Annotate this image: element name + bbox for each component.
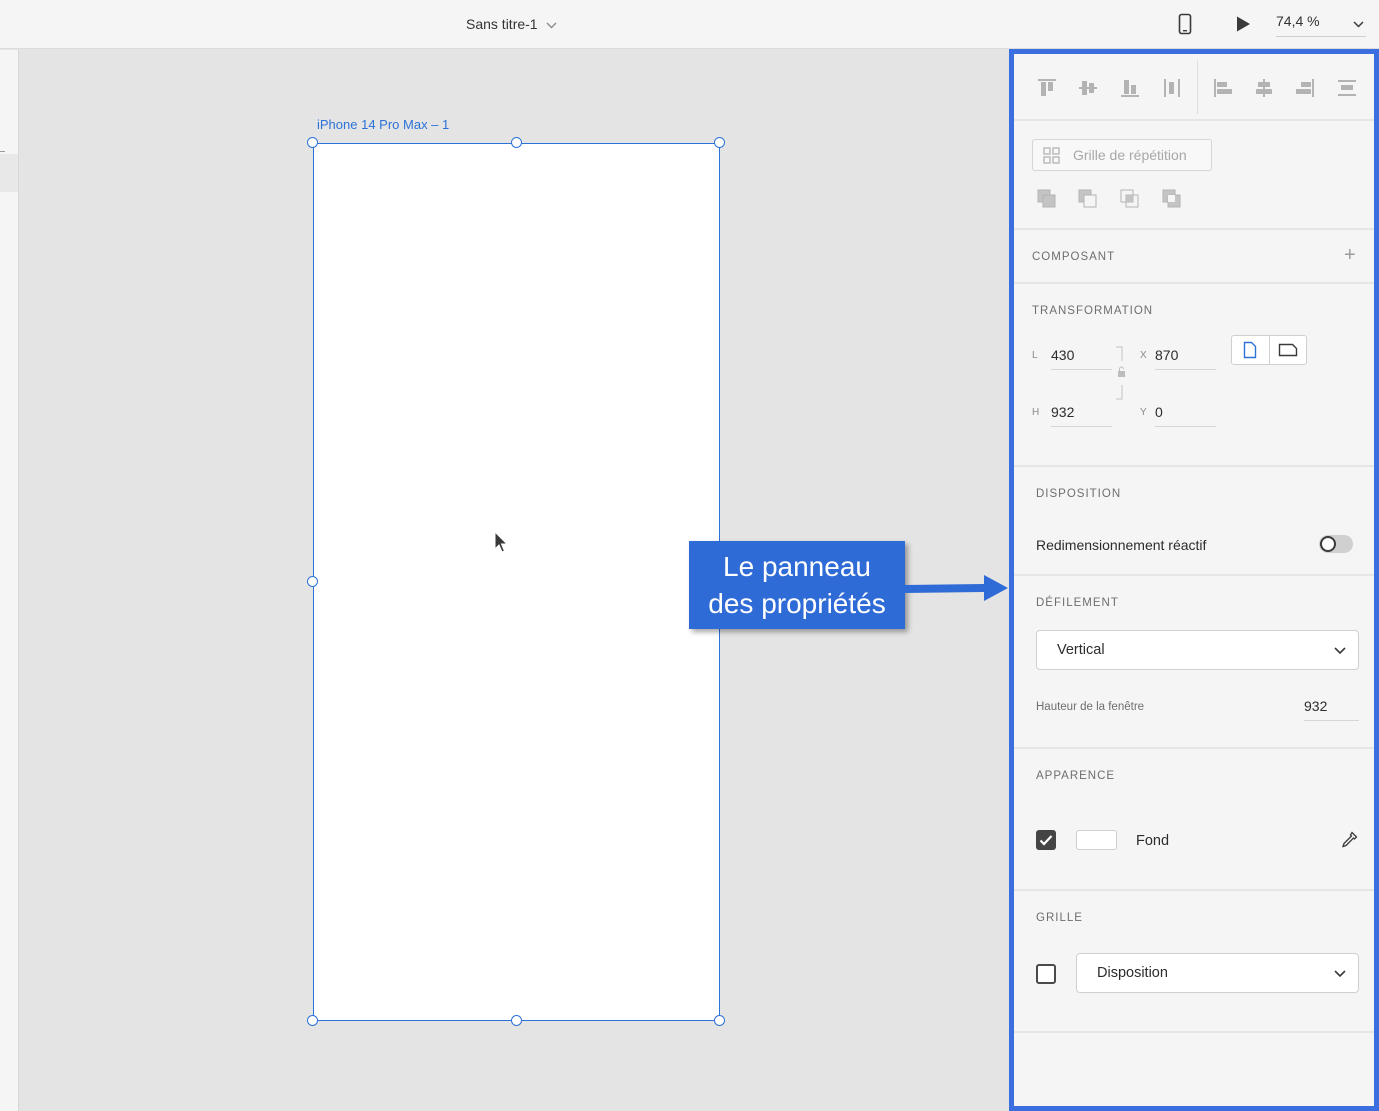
grid-icon [1043, 147, 1061, 168]
section-title: DISPOSITION [1036, 488, 1122, 500]
grid-type-select[interactable]: Disposition [1076, 953, 1359, 993]
arrow-right-icon [904, 572, 1012, 609]
height-label: H [1032, 407, 1040, 418]
property-inspector: Grille de répétition COMPOSANT + TRANSFO… [1009, 49, 1379, 1111]
align-center-icon[interactable] [1251, 75, 1277, 101]
viewport-height-input[interactable]: 932 [1304, 698, 1359, 721]
resize-handle-bottom[interactable] [511, 1015, 522, 1026]
document-title: Sans titre-1 [466, 16, 538, 32]
eyedropper-icon[interactable] [1339, 830, 1359, 855]
zoom-value: 74,4 % [1276, 13, 1320, 29]
orientation-toggle [1231, 335, 1307, 365]
layers-panel-edge [0, 50, 19, 1111]
boolean-exclude-icon[interactable] [1161, 188, 1183, 210]
add-component-button[interactable]: + [1344, 244, 1356, 267]
y-label: Y [1140, 407, 1147, 418]
scrolling-section: DÉFILEMENT Vertical Hauteur de la fenêtr… [1014, 576, 1374, 749]
boolean-intersect-icon[interactable] [1119, 188, 1141, 210]
document-title-menu[interactable]: Sans titre-1 [466, 16, 557, 32]
scroll-mode-value: Vertical [1057, 642, 1105, 658]
section-title: APPARENCE [1036, 770, 1116, 782]
repeat-grid-button[interactable]: Grille de répétition [1032, 139, 1212, 171]
align-bottom-icon[interactable] [1117, 75, 1143, 101]
artboard-label[interactable]: iPhone 14 Pro Max – 1 [317, 117, 449, 132]
resize-handle-bottom-right[interactable] [714, 1015, 725, 1026]
chevron-down-icon [1334, 966, 1346, 982]
section-title: COMPOSANT [1032, 251, 1116, 263]
fill-checkbox[interactable] [1036, 830, 1056, 850]
boolean-add-icon[interactable] [1036, 188, 1058, 210]
grid-checkbox[interactable] [1036, 964, 1056, 984]
resize-handle-top[interactable] [511, 137, 522, 148]
layout-section: DISPOSITION Redimensionnement réactif [1014, 467, 1374, 576]
align-middle-icon[interactable] [1075, 75, 1101, 101]
lock-aspect-icon[interactable] [1115, 346, 1125, 400]
x-label: X [1140, 350, 1147, 361]
xd-window: Sans titre-1 74,4 % iPhone 14 Pro Max – … [0, 0, 1379, 1111]
scroll-mode-select[interactable]: Vertical [1036, 630, 1359, 670]
resize-handle-top-left[interactable] [307, 137, 318, 148]
x-input[interactable]: 870 [1155, 347, 1216, 370]
divider [0, 151, 5, 152]
repeat-grid-section [1014, 121, 1374, 230]
section-title: DÉFILEMENT [1036, 597, 1119, 609]
distribute-horizontal-icon[interactable] [1159, 75, 1185, 101]
chevron-down-icon [1353, 15, 1364, 31]
mouse-pointer-icon [494, 530, 509, 558]
divider [1197, 60, 1198, 114]
align-right-icon[interactable] [1292, 75, 1318, 101]
zoom-select[interactable]: 74,4 % [1276, 13, 1366, 37]
chevron-down-icon [546, 16, 557, 32]
play-icon[interactable] [1231, 12, 1255, 36]
component-section: COMPOSANT + [1014, 230, 1374, 284]
fill-label: Fond [1136, 833, 1170, 849]
fill-color-swatch[interactable] [1076, 830, 1117, 850]
height-input[interactable]: 932 [1051, 404, 1112, 427]
width-input[interactable]: 430 [1051, 347, 1112, 370]
alignment-toolbar [1014, 54, 1374, 121]
align-top-icon[interactable] [1034, 75, 1060, 101]
callout-line-2: des propriétés [708, 588, 886, 619]
resize-handle-left[interactable] [307, 576, 318, 587]
appearance-section: APPARENCE Fond [1014, 749, 1374, 891]
width-label: L [1032, 350, 1038, 361]
chevron-down-icon [1334, 643, 1346, 659]
section-title: GRILLE [1036, 912, 1083, 924]
resize-handle-top-right[interactable] [714, 137, 725, 148]
grid-type-value: Disposition [1097, 965, 1168, 981]
transform-section: TRANSFORMATION L 430 H 932 X 870 Y 0 [1014, 284, 1374, 467]
portrait-orientation-button[interactable] [1232, 336, 1270, 364]
resize-handle-bottom-left[interactable] [307, 1015, 318, 1026]
y-input[interactable]: 0 [1155, 404, 1216, 427]
top-bar: Sans titre-1 74,4 % [0, 0, 1379, 49]
selected-layer-row[interactable] [0, 154, 18, 192]
section-title: TRANSFORMATION [1032, 305, 1154, 317]
callout-line-1: Le panneau [723, 551, 871, 582]
distribute-vertical-icon[interactable] [1334, 75, 1360, 101]
responsive-resize-label: Redimensionnement réactif [1036, 537, 1207, 553]
device-preview-icon[interactable] [1173, 12, 1197, 36]
landscape-orientation-button[interactable] [1270, 336, 1307, 364]
artboard[interactable] [313, 143, 720, 1021]
responsive-resize-toggle[interactable] [1319, 535, 1353, 553]
repeat-grid-label: Grille de répétition [1073, 147, 1187, 163]
align-left-icon[interactable] [1210, 75, 1236, 101]
toggle-knob [1320, 536, 1336, 552]
viewport-height-label: Hauteur de la fenêtre [1036, 701, 1145, 713]
annotation-callout: Le panneau des propriétés [689, 541, 905, 629]
boolean-subtract-icon[interactable] [1077, 188, 1099, 210]
